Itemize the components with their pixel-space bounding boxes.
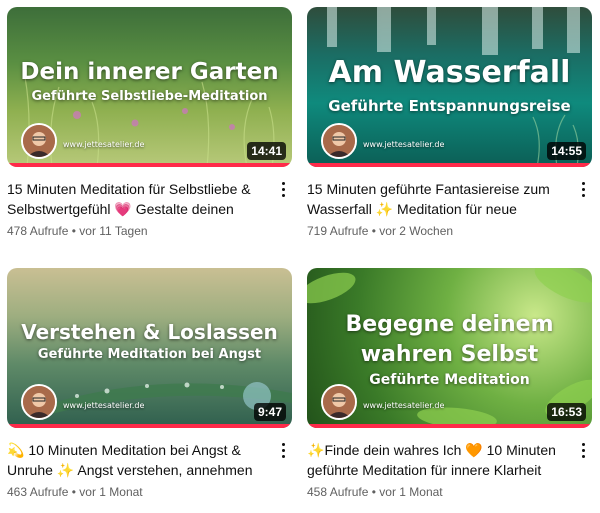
upload-age: vor 1 Monat — [379, 485, 443, 499]
thumbnail-title: Am Wasserfall — [328, 55, 571, 90]
video-title[interactable]: 15 Minuten geführte Fantasiereise zum Wa… — [307, 179, 566, 219]
thumbnail-title-line1: Begegne deinem — [345, 312, 554, 337]
video-title[interactable]: ✨Finde dein wahres Ich 🧡 10 Minuten gefü… — [307, 440, 566, 480]
channel-avatar — [21, 384, 57, 420]
duration-badge: 16:53 — [547, 403, 586, 421]
video-thumbnail[interactable]: Am Wasserfall Geführte Entspannungsreise… — [307, 7, 592, 167]
duration-badge: 14:41 — [247, 142, 286, 160]
website-watermark: www.jettesatelier.de — [63, 140, 145, 149]
website-watermark: www.jettesatelier.de — [63, 401, 145, 410]
sparkles-emoji-icon: ✨ — [375, 201, 394, 217]
duration-badge: 9:47 — [253, 403, 286, 421]
website-watermark: www.jettesatelier.de — [363, 140, 445, 149]
sparkles-emoji-icon: ✨ — [307, 442, 325, 458]
upload-age: vor 11 Tagen — [79, 224, 148, 238]
more-options-icon[interactable] — [276, 440, 290, 460]
channel-avatar — [321, 123, 357, 159]
thumbnail-title: Dein innerer Garten — [20, 59, 279, 85]
view-count: 463 Aufrufe — [7, 485, 69, 499]
video-stats: 463 Aufrufe • vor 1 Monat — [7, 485, 266, 499]
thumbnail-title-line2: wahren Selbst — [360, 342, 539, 367]
thumbnail-subtitle: Geführte Meditation bei Angst — [37, 347, 262, 362]
video-thumbnail[interactable]: Dein innerer Garten Geführte Selbstliebe… — [7, 7, 292, 167]
video-title[interactable]: 💫 10 Minuten Meditation bei Angst & Unru… — [7, 440, 266, 480]
more-options-icon[interactable] — [276, 179, 290, 199]
separator: • — [368, 224, 380, 238]
video-thumbnail[interactable]: Verstehen & Loslassen Geführte Meditatio… — [7, 268, 292, 428]
video-stats: 719 Aufrufe • vor 2 Wochen — [307, 224, 566, 238]
view-count: 458 Aufrufe — [307, 485, 369, 499]
view-count: 719 Aufrufe — [307, 224, 369, 238]
heart-emoji-icon: 💗 — [114, 201, 132, 217]
upload-age: vor 2 Wochen — [379, 224, 454, 238]
video-thumbnail[interactable]: Begegne deinem wahren Selbst Geführte Me… — [307, 268, 592, 428]
video-stats: 478 Aufrufe • vor 11 Tagen — [7, 224, 266, 238]
upload-age: vor 1 Monat — [79, 485, 143, 499]
video-card[interactable]: Am Wasserfall Geführte Entspannungsreise… — [307, 7, 592, 238]
channel-avatar — [21, 123, 57, 159]
separator: • — [68, 485, 80, 499]
separator: • — [368, 485, 380, 499]
view-count: 478 Aufrufe — [7, 224, 69, 238]
thumbnail-subtitle: Geführte Selbstliebe-Meditation — [31, 89, 268, 104]
video-card[interactable]: Begegne deinem wahren Selbst Geführte Me… — [307, 268, 592, 499]
website-watermark: www.jettesatelier.de — [363, 401, 445, 410]
video-title[interactable]: 15 Minuten Meditation für Selbstliebe & … — [7, 179, 266, 219]
sparkles-emoji-icon: ✨ — [56, 462, 75, 478]
video-stats: 458 Aufrufe • vor 1 Monat — [307, 485, 566, 499]
dizzy-emoji-icon: 💫 — [7, 442, 25, 458]
separator: • — [68, 224, 80, 238]
more-options-icon[interactable] — [576, 179, 590, 199]
channel-avatar — [321, 384, 357, 420]
video-card[interactable]: Verstehen & Loslassen Geführte Meditatio… — [7, 268, 292, 499]
duration-badge: 14:55 — [547, 142, 586, 160]
orange-heart-emoji-icon: 🧡 — [465, 442, 483, 458]
thumbnail-subtitle: Geführte Entspannungsreise — [328, 97, 571, 115]
more-options-icon[interactable] — [576, 440, 590, 460]
video-card[interactable]: Dein innerer Garten Geführte Selbstliebe… — [7, 7, 292, 238]
title-text: Finde dein wahres Ich — [324, 442, 466, 458]
thumbnail-subtitle: Geführte Meditation — [369, 372, 530, 388]
thumbnail-title: Verstehen & Loslassen — [21, 320, 278, 344]
